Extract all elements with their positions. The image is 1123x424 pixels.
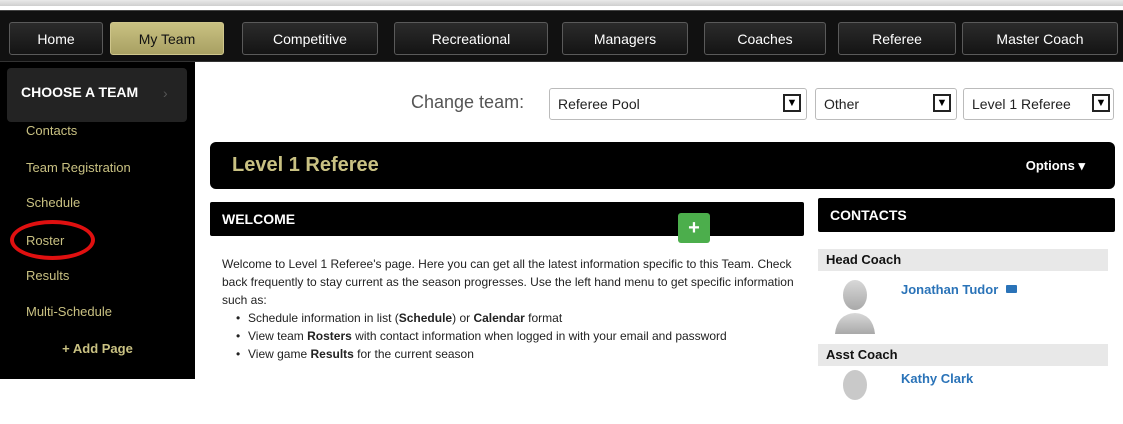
choose-team-header[interactable]: CHOOSE A TEAM › [7,68,187,122]
nav-referee[interactable]: Referee [838,22,956,55]
contact-name-link[interactable]: Jonathan Tudor [901,282,998,297]
nav-managers[interactable]: Managers [562,22,688,55]
nav-master-coach[interactable]: Master Coach [962,22,1118,55]
dropdown-arrow-icon: ▼ [1092,94,1110,112]
list-item: View game Results for the current season [236,345,802,363]
avatar-silhouette-icon [835,280,875,334]
nav-my-team[interactable]: My Team [110,22,224,55]
dropdown-arrow-icon: ▼ [783,94,801,112]
team-category-select-value: Other [824,96,860,112]
contacts-header: CONTACTS [818,198,1115,232]
team-pool-select-value: Referee Pool [558,96,640,112]
contacts-heading: CONTACTS [830,207,907,223]
nav-strip: Home My Team Competitive Recreational Ma… [0,10,1123,62]
welcome-bullet-list: Schedule information in list (Schedule) … [222,309,802,363]
nav-coaches[interactable]: Coaches [704,22,826,55]
sidebar-item-roster[interactable]: Roster [26,233,64,248]
team-title-bar: Level 1 Referee Options ▾ [210,142,1115,189]
change-team-label: Change team: [411,92,525,112]
welcome-header: WELCOME [210,202,804,236]
contact-role-asst-coach: Asst Coach [818,344,1108,366]
sidebar-item-contacts[interactable]: Contacts [26,123,77,138]
sidebar-item-results[interactable]: Results [26,268,69,283]
team-name-select-value: Level 1 Referee [972,96,1071,112]
welcome-heading: WELCOME [222,211,296,227]
mail-icon[interactable] [1006,285,1017,293]
avatar-silhouette-icon [843,370,867,400]
add-content-button[interactable]: + [678,213,710,243]
list-item: View team Rosters with contact informati… [236,327,802,345]
list-item: Schedule information in list (Schedule) … [236,309,802,327]
sidebar-item-schedule[interactable]: Schedule [26,195,80,210]
nav-home[interactable]: Home [9,22,103,55]
chevron-right-icon: › [163,85,168,101]
top-navigation: Home My Team Competitive Recreational Ma… [0,0,1123,66]
top-edge [0,0,1123,6]
sidebar-item-team-registration[interactable]: Team Registration [26,160,131,175]
dropdown-arrow-icon: ▼ [933,94,951,112]
team-title: Level 1 Referee [232,154,379,176]
nav-recreational[interactable]: Recreational [394,22,548,55]
choose-team-label: CHOOSE A TEAM [21,84,139,100]
contact-role-head-coach: Head Coach [818,249,1108,271]
sidebar-item-multi-schedule[interactable]: Multi-Schedule [26,304,112,319]
nav-competitive[interactable]: Competitive [242,22,378,55]
sidebar: CHOOSE A TEAM › [0,62,195,379]
team-category-select[interactable]: Other ▼ [815,88,957,120]
add-page-button[interactable]: + Add Page [0,341,195,356]
options-menu-button[interactable]: Options ▾ [1026,158,1085,174]
team-name-select[interactable]: Level 1 Referee ▼ [963,88,1114,120]
welcome-body: Welcome to Level 1 Referee's page. Here … [222,255,802,363]
welcome-intro: Welcome to Level 1 Referee's page. Here … [222,257,794,307]
team-pool-select[interactable]: Referee Pool ▼ [549,88,807,120]
